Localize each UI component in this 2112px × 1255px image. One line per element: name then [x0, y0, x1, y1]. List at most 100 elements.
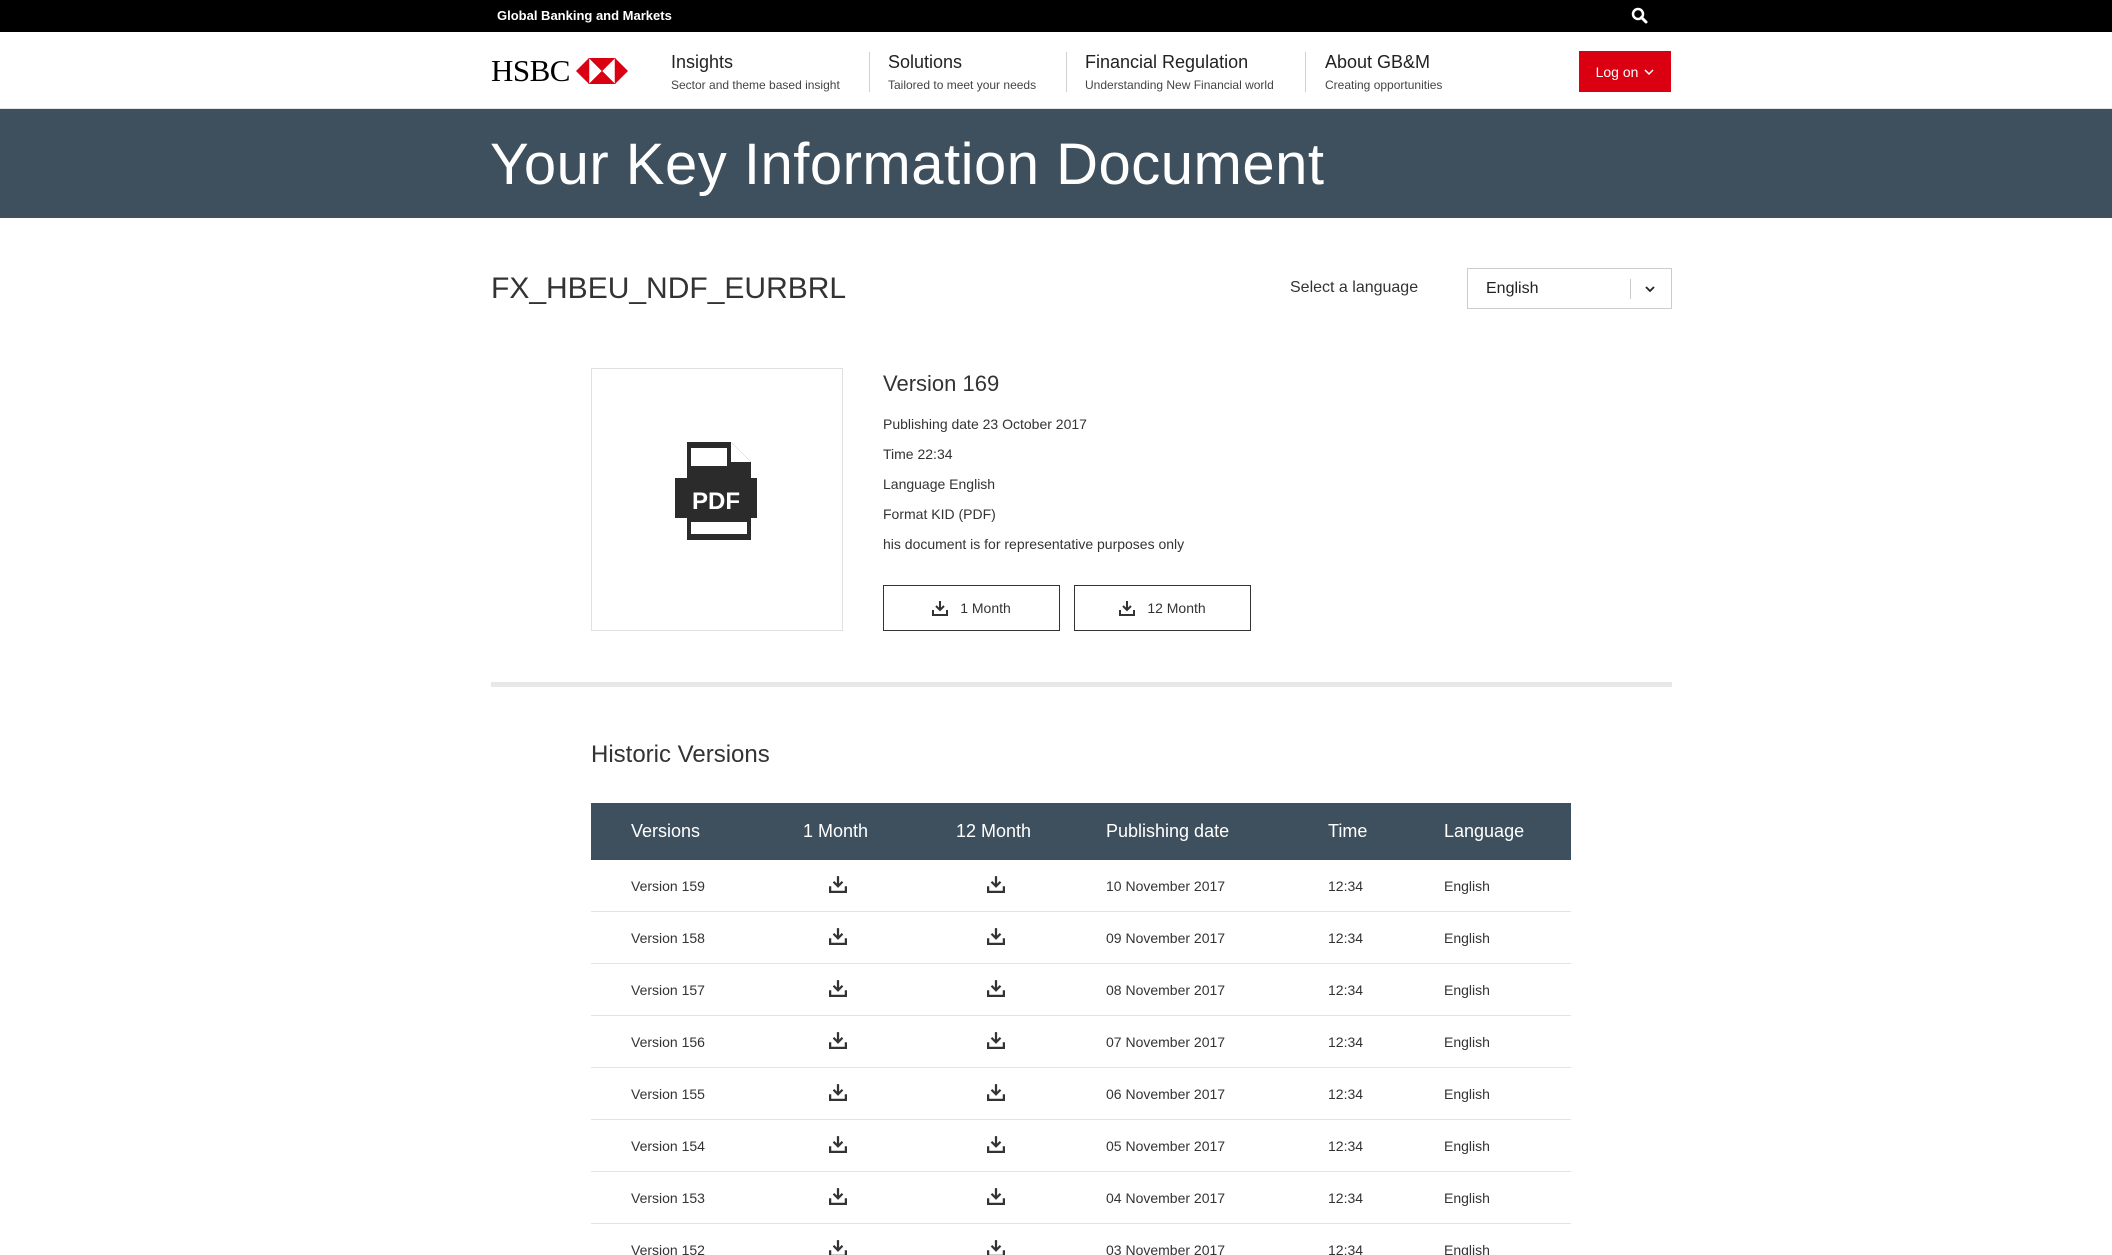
row-publishing-date: 07 November 2017 [1106, 1034, 1226, 1050]
row-time: 12:34 [1328, 982, 1364, 998]
download-12-month-icon[interactable] [987, 875, 1005, 893]
download-1-month-icon[interactable] [829, 1135, 847, 1153]
row-publishing-date: 05 November 2017 [1106, 1138, 1226, 1154]
chevron-down-icon [1645, 286, 1655, 293]
main-nav: HSBC Insights Sector and theme based ins… [0, 32, 2112, 109]
row-publishing-date: 06 November 2017 [1106, 1086, 1226, 1102]
download-1-month-icon[interactable] [829, 927, 847, 945]
nav-title: Financial Regulation [1085, 52, 1249, 72]
header-time[interactable]: Time [1328, 821, 1367, 842]
download-12-month-icon[interactable] [987, 927, 1005, 945]
nav-divider [1066, 52, 1067, 92]
table-row: Version 157 08 November 2017 12:34 English [591, 964, 1571, 1016]
row-publishing-date: 04 November 2017 [1106, 1190, 1226, 1206]
top-bar: Global Banking and Markets [0, 0, 2112, 32]
nav-title: About GB&M [1325, 52, 1431, 72]
row-publishing-date: 03 November 2017 [1106, 1242, 1226, 1255]
row-version: Version 154 [631, 1138, 705, 1154]
publishing-date: Publishing date 23 October 2017 [883, 416, 1087, 432]
row-publishing-date: 08 November 2017 [1106, 982, 1226, 998]
download-1-month-button[interactable]: 1 Month [883, 585, 1060, 631]
row-language: English [1444, 1034, 1490, 1050]
download-12-month-icon[interactable] [987, 1239, 1005, 1255]
table-row: Version 158 09 November 2017 12:34 English [591, 912, 1571, 964]
document-format: Format KID (PDF) [883, 506, 996, 522]
publishing-time: Time 22:34 [883, 446, 953, 462]
download-1-month-icon[interactable] [829, 1031, 847, 1049]
header-versions[interactable]: Versions [631, 821, 700, 842]
row-language: English [1444, 1086, 1490, 1102]
download-12-month-icon[interactable] [987, 1187, 1005, 1205]
row-time: 12:34 [1328, 1086, 1364, 1102]
page-title: Your Key Information Document [490, 132, 1325, 197]
nav-financial-regulation[interactable]: Financial Regulation Understanding New F… [1085, 52, 1274, 92]
header-publishing-date[interactable]: Publishing date [1106, 821, 1229, 842]
hsbc-hexagon-icon [575, 58, 628, 84]
nav-subtitle: Sector and theme based insight [671, 78, 840, 92]
download-icon [1119, 601, 1136, 616]
nav-divider [869, 52, 870, 92]
document-language: Language English [883, 476, 996, 492]
hsbc-logo[interactable]: HSBC [491, 53, 628, 88]
header-12-month[interactable]: 12 Month [956, 821, 1031, 842]
download-icon [932, 601, 949, 616]
download-12-month-button[interactable]: 12 Month [1074, 585, 1251, 631]
pdf-icon-label: PDF [692, 488, 740, 515]
download-12-month-label: 12 Month [1147, 600, 1206, 616]
header-language[interactable]: Language [1444, 821, 1524, 842]
row-time: 12:34 [1328, 1242, 1364, 1255]
pdf-preview-card[interactable]: PDF [591, 368, 843, 631]
nav-about[interactable]: About GB&M Creating opportunities [1325, 52, 1442, 92]
row-language: English [1444, 930, 1490, 946]
header-1-month[interactable]: 1 Month [803, 821, 868, 842]
row-time: 12:34 [1328, 1034, 1364, 1050]
nav-subtitle: Creating opportunities [1325, 78, 1443, 92]
row-language: English [1444, 1242, 1490, 1255]
table-row: Version 152 03 November 2017 12:34 English [591, 1224, 1571, 1255]
current-version-title: Version 169 [883, 371, 1000, 396]
table-header: Versions 1 Month 12 Month Publishing dat… [591, 803, 1571, 860]
page-header: Your Key Information Document [0, 109, 2112, 218]
document-id: FX_HBEU_NDF_EURBRL [491, 272, 847, 305]
nav-solutions[interactable]: Solutions Tailored to meet your needs [888, 52, 1036, 92]
language-select-value: English [1486, 280, 1539, 297]
nav-insights[interactable]: Insights Sector and theme based insight [671, 52, 840, 92]
download-1-month-icon[interactable] [829, 1083, 847, 1101]
language-select[interactable]: English [1467, 268, 1672, 309]
table-row: Version 159 10 November 2017 12:34 English [591, 860, 1571, 912]
row-version: Version 157 [631, 982, 705, 998]
nav-title: Insights [671, 52, 734, 72]
logo-text: HSBC [491, 53, 570, 88]
select-divider [1630, 279, 1631, 299]
download-1-month-icon[interactable] [829, 979, 847, 997]
download-1-month-icon[interactable] [829, 875, 847, 893]
table-row: Version 153 04 November 2017 12:34 English [591, 1172, 1571, 1224]
download-12-month-icon[interactable] [987, 1083, 1005, 1101]
site-label[interactable]: Global Banking and Markets [497, 8, 672, 23]
row-publishing-date: 10 November 2017 [1106, 878, 1226, 894]
nav-subtitle: Tailored to meet your needs [888, 78, 1037, 92]
language-label: Select a language [1290, 279, 1419, 296]
row-language: English [1444, 1190, 1490, 1206]
download-1-month-icon[interactable] [829, 1239, 847, 1255]
table-row: Version 155 06 November 2017 12:34 English [591, 1068, 1571, 1120]
row-version: Version 153 [631, 1190, 705, 1206]
log-on-button[interactable]: Log on [1579, 51, 1671, 92]
download-12-month-icon[interactable] [987, 1135, 1005, 1153]
section-divider [491, 682, 1672, 687]
download-12-month-icon[interactable] [987, 1031, 1005, 1049]
row-language: English [1444, 878, 1490, 894]
row-time: 12:34 [1328, 930, 1364, 946]
download-1-month-label: 1 Month [960, 600, 1011, 616]
log-on-label: Log on [1595, 63, 1639, 80]
row-publishing-date: 09 November 2017 [1106, 930, 1226, 946]
table-row: Version 154 05 November 2017 12:34 English [591, 1120, 1571, 1172]
download-1-month-icon[interactable] [829, 1187, 847, 1205]
row-version: Version 158 [631, 930, 705, 946]
row-version: Version 159 [631, 878, 705, 894]
chevron-down-icon [1644, 68, 1654, 75]
download-12-month-icon[interactable] [987, 979, 1005, 997]
nav-title: Solutions [888, 52, 963, 72]
search-icon[interactable] [1630, 6, 1650, 26]
historic-versions-table: Versions 1 Month 12 Month Publishing dat… [591, 803, 1571, 1255]
